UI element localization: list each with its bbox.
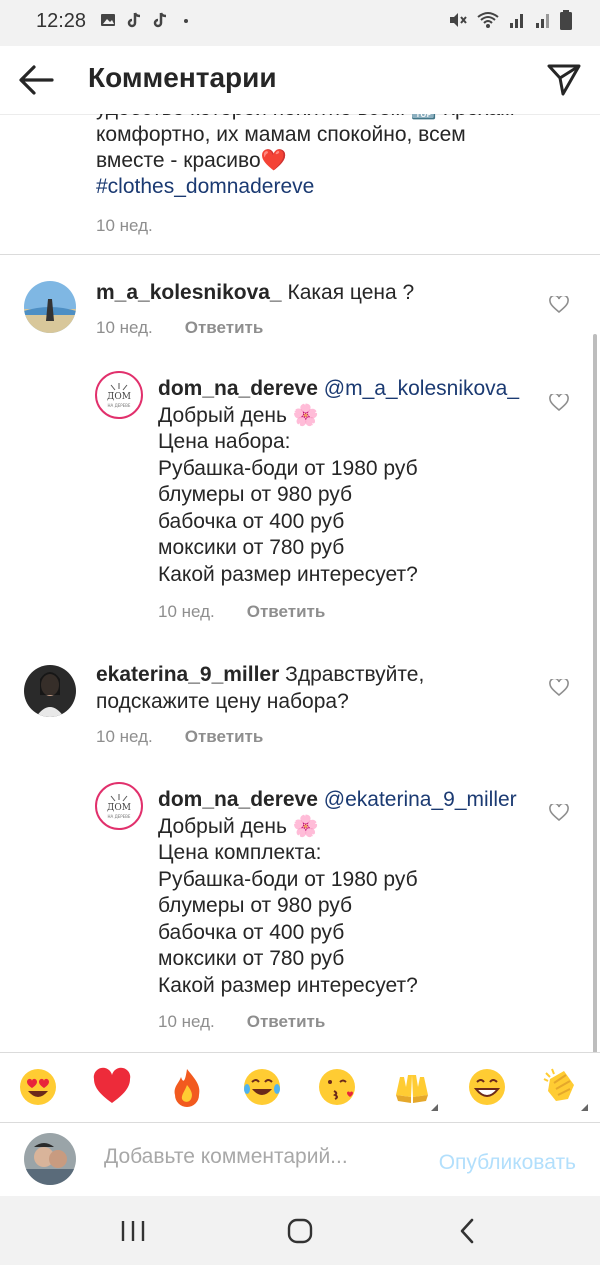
comment-meta: 10 нед. Ответить	[158, 602, 325, 622]
reply-line: Какой размер интересует?	[158, 562, 418, 586]
comment-username[interactable]: m_a_kolesnikova_	[96, 281, 282, 304]
header: Комментарии	[0, 46, 600, 115]
reply-line: Цена набора:	[158, 430, 291, 453]
comment-timestamp: 10 нед.	[96, 727, 153, 746]
avatar[interactable]: ДОМ НА ДЕРЕВЕ	[95, 371, 143, 419]
reply-button[interactable]: Ответить	[185, 318, 264, 338]
reply-line: Добрый день 🌸	[158, 403, 319, 427]
emoji-quick-bar	[0, 1052, 600, 1123]
comment-input[interactable]	[104, 1145, 404, 1169]
comment-composer: Опубликовать	[0, 1122, 600, 1197]
svg-text:ДОМ: ДОМ	[107, 803, 131, 813]
avatar[interactable]	[24, 281, 76, 333]
avatar[interactable]: ДОМ НА ДЕРЕВЕ	[95, 782, 143, 830]
reply-line: Какой размер интересует?	[158, 973, 418, 997]
comment-timestamp: 10 нед.	[158, 602, 215, 621]
caption-line: удобство которой понятно всем 🔝 Крохам	[96, 114, 566, 122]
reply-line: Добрый день 🌸	[158, 814, 319, 838]
grinning-emoji-icon[interactable]	[467, 1067, 507, 1107]
reply-text: dom_na_dereve @ekaterina_9_miller Добрый…	[158, 787, 548, 999]
heart-icon[interactable]	[549, 296, 569, 314]
avatar[interactable]	[24, 665, 76, 717]
fire-emoji-icon[interactable]	[167, 1067, 207, 1107]
comment-username[interactable]: dom_na_dereve	[158, 788, 318, 811]
reply-line: блумеры от 980 руб	[158, 894, 353, 917]
svg-text:ДОМ: ДОМ	[107, 392, 131, 402]
back-icon[interactable]	[448, 1216, 488, 1246]
publish-button[interactable]: Опубликовать	[439, 1151, 576, 1175]
mention-link[interactable]: @ekaterina_9_miller	[324, 788, 517, 811]
comment-text: ekaterina_9_miller Здравствуйте, подскаж…	[96, 662, 536, 715]
battery-icon	[560, 10, 572, 30]
scrollbar[interactable]	[593, 334, 597, 1052]
system-nav-bar	[0, 1196, 600, 1265]
caption-line: вместе - красиво❤️	[96, 149, 287, 172]
comment-body: Какая цена ?	[287, 281, 415, 304]
comment-body: Здравствуйте,	[285, 663, 425, 686]
heart-icon[interactable]	[549, 679, 569, 697]
comment-meta: 10 нед. Ответить	[96, 318, 263, 338]
mention-link[interactable]: @m_a_kolesnikova_	[324, 377, 519, 400]
image-icon	[101, 14, 115, 26]
paper-plane-icon[interactable]	[546, 62, 582, 98]
tiktok-icon	[127, 12, 141, 28]
comment-meta: 10 нед. Ответить	[96, 727, 263, 747]
raising-hands-emoji-icon[interactable]	[392, 1067, 438, 1111]
avatar	[24, 1133, 76, 1185]
status-notification-icons	[100, 12, 194, 28]
status-time: 12:28	[36, 10, 87, 32]
svg-text:НА ДЕРЕВЕ: НА ДЕРЕВЕ	[108, 814, 131, 819]
reply-line: Рубашка-боди от 1980 руб	[158, 456, 418, 480]
reply-line: моксики от 780 руб	[158, 536, 345, 559]
page-title: Комментарии	[88, 62, 277, 93]
reply-line: бабочка от 400 руб	[158, 509, 345, 533]
comment-text: m_a_kolesnikova_ Какая цена ?	[96, 280, 536, 307]
svg-text:НА ДЕРЕВЕ: НА ДЕРЕВЕ	[108, 403, 131, 408]
comment-body: подскажите цену набора?	[96, 689, 349, 713]
reply-line: моксики от 780 руб	[158, 947, 345, 970]
hashtag-link[interactable]: #clothes_domnadereve	[96, 174, 566, 200]
reply-line: Цена комплекта:	[158, 841, 322, 864]
heart-icon[interactable]	[549, 804, 569, 822]
signal-icon	[536, 14, 549, 28]
reply-line: блумеры от 980 руб	[158, 483, 353, 506]
post-caption: удобство которой понятно всем 🔝 Крохам к…	[96, 114, 566, 200]
comments-list[interactable]: удобство которой понятно всем 🔝 Крохам к…	[0, 114, 600, 1052]
mute-icon	[450, 13, 467, 27]
signal-icon	[510, 14, 523, 28]
recent-apps-icon[interactable]	[113, 1216, 153, 1246]
tiktok-icon	[153, 12, 167, 28]
reply-button[interactable]: Ответить	[185, 727, 264, 747]
reply-button[interactable]: Ответить	[247, 602, 326, 622]
red-heart-emoji-icon[interactable]	[92, 1067, 132, 1107]
reply-line: бабочка от 400 руб	[158, 920, 345, 944]
status-bar: 12:28	[0, 0, 600, 46]
comment-meta: 10 нед. Ответить	[158, 1012, 325, 1032]
heart-icon[interactable]	[549, 394, 569, 412]
wifi-icon	[477, 12, 499, 28]
status-system-icons	[448, 10, 572, 30]
dot-icon	[184, 19, 188, 23]
reply-line: Рубашка-боди от 1980 руб	[158, 867, 418, 891]
comment-username[interactable]: ekaterina_9_miller	[96, 663, 279, 686]
heart-eyes-emoji-icon[interactable]	[18, 1067, 58, 1107]
comment-timestamp: 10 нед.	[158, 1012, 215, 1031]
tears-of-joy-emoji-icon[interactable]	[242, 1067, 282, 1107]
comment-timestamp: 10 нед.	[96, 318, 153, 337]
reply-text: dom_na_dereve @m_a_kolesnikova_ Добрый д…	[158, 376, 538, 588]
kiss-emoji-icon[interactable]	[317, 1067, 357, 1107]
caption-line: комфортно, их мамам спокойно, всем	[96, 123, 466, 146]
home-icon[interactable]	[280, 1216, 320, 1246]
comment-username[interactable]: dom_na_dereve	[158, 377, 318, 400]
reply-button[interactable]: Ответить	[247, 1012, 326, 1032]
arrow-left-icon[interactable]	[16, 62, 56, 98]
divider	[0, 254, 600, 255]
clapping-hands-emoji-icon[interactable]	[542, 1067, 588, 1111]
caption-timestamp: 10 нед.	[96, 216, 153, 235]
